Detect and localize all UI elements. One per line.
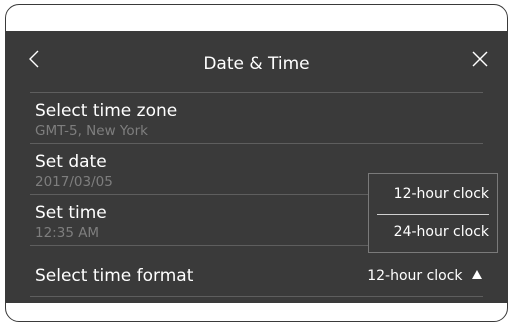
- option-24-hour[interactable]: 24-hour clock: [369, 224, 497, 240]
- header: Date & Time: [6, 31, 507, 92]
- set-time-value: 12:35 AM: [35, 225, 100, 241]
- date-time-screen: Date & Time Select time zone GMT-5, New …: [6, 31, 507, 303]
- time-zone-row[interactable]: Select time zone GMT-5, New York: [30, 93, 483, 143]
- option-12-hour[interactable]: 12-hour clock: [369, 186, 497, 202]
- set-date-value: 2017/03/05: [35, 174, 113, 190]
- time-zone-label: Select time zone: [35, 101, 178, 121]
- set-time-label: Set time: [35, 203, 107, 223]
- close-icon[interactable]: [467, 47, 493, 73]
- page-title: Date & Time: [203, 54, 310, 74]
- divider: [30, 296, 483, 297]
- popup-divider: [377, 214, 489, 215]
- set-date-label: Set date: [35, 152, 107, 172]
- time-format-row[interactable]: Select time format 12-hour clock: [30, 246, 483, 296]
- time-zone-value: GMT-5, New York: [35, 123, 148, 139]
- time-format-label: Select time format: [35, 266, 194, 286]
- time-format-value[interactable]: 12-hour clock: [367, 268, 483, 284]
- triangle-up-icon: [471, 268, 483, 284]
- device-frame: Date & Time Select time zone GMT-5, New …: [5, 4, 508, 322]
- time-format-current: 12-hour clock: [367, 268, 463, 284]
- time-format-popup: 12-hour clock 24-hour clock: [368, 173, 498, 253]
